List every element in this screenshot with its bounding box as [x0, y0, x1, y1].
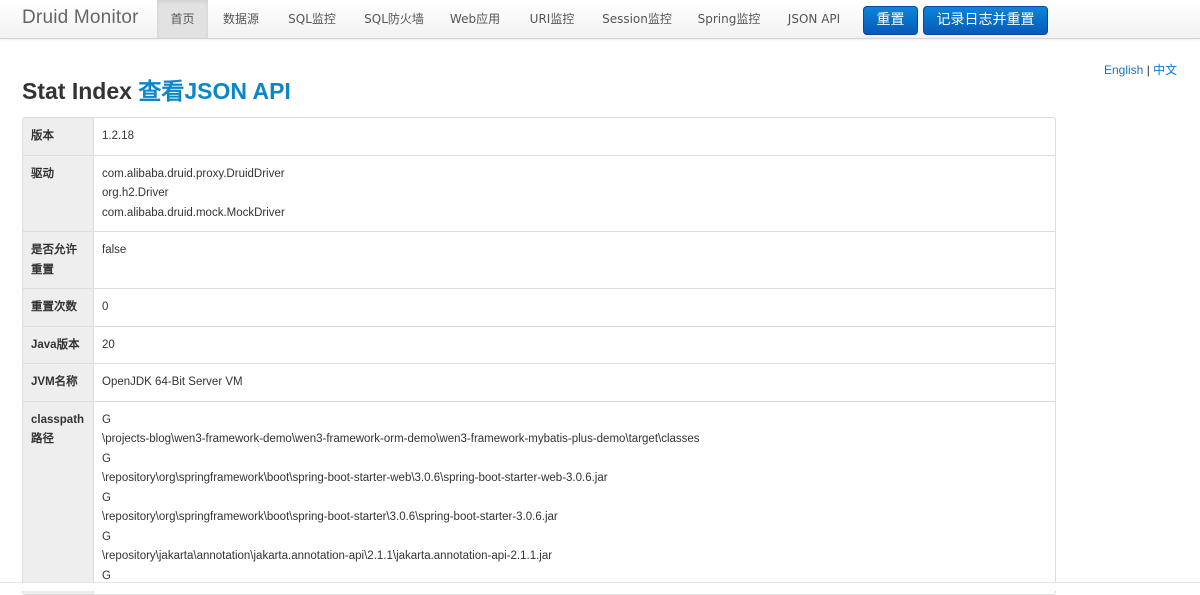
stat-value: com.alibaba.druid.proxy.DruidDriver org.h…	[94, 154, 1055, 232]
stat-label: classpath路径	[23, 400, 94, 594]
stat-value: OpenJDK 64-Bit Server VM	[94, 363, 1055, 401]
table-row: Java版本 20	[23, 325, 1055, 364]
stat-value-line: \repository\org\springframework\boot\spr…	[102, 511, 558, 523]
nav-uri-monitor[interactable]: URI监控	[520, 0, 584, 38]
nav-sql-monitor[interactable]: SQL监控	[279, 0, 345, 38]
stat-value: 20	[94, 325, 1055, 364]
stat-label: 驱动	[23, 154, 94, 231]
stat-value: G \projects-blog\wen3-framework-demo\wen3…	[94, 400, 1055, 595]
stat-index-table: 版本 1.2.18 驱动 com.alibaba.druid.proxy.DruidD…	[22, 117, 1056, 595]
stat-value: false	[94, 231, 1055, 288]
nav-session-monitor[interactable]: Session监控	[594, 0, 680, 38]
table-row: JVM名称 OpenJDK 64-Bit Server VM	[23, 363, 1055, 401]
stat-value-line: 1.2.18	[102, 130, 134, 142]
stat-value-line: \repository\jakarta\annotation\jakarta.a…	[102, 550, 553, 562]
stat-value-line: \projects-blog\wen3-framework-demo\wen3-…	[102, 433, 700, 445]
language-switcher: English | 中文	[1104, 61, 1177, 78]
lang-english-link[interactable]: English	[1104, 63, 1143, 77]
stat-value-line: G	[102, 413, 111, 426]
stat-label: Java版本	[23, 325, 94, 363]
stat-value-line: 0	[102, 301, 109, 313]
nav-spring-monitor[interactable]: Spring监控	[690, 0, 768, 38]
stat-value: 1.2.18	[94, 118, 1055, 155]
nav-sql-firewall[interactable]: SQL防火墙	[356, 0, 432, 38]
stat-label: 是否允许重置	[23, 231, 94, 288]
stat-value-line: G	[102, 530, 111, 543]
brand-logo-text[interactable]: Druid Monitor	[22, 7, 139, 29]
nav-home[interactable]: 首页	[157, 0, 208, 38]
stat-value-line: G	[102, 491, 111, 504]
bottom-footer	[0, 582, 1200, 591]
stat-value-line: com.alibaba.druid.proxy.DruidDriver	[102, 167, 285, 180]
stat-value-line: 20	[102, 338, 115, 351]
nav-web-app[interactable]: Web应用	[442, 0, 508, 38]
nav-json-api[interactable]: JSON API	[778, 0, 850, 38]
stat-value-line: G	[102, 452, 111, 465]
lang-chinese-link[interactable]: 中文	[1153, 63, 1177, 77]
log-and-reset-button[interactable]: 记录日志并重置	[923, 6, 1048, 35]
nav-datasource[interactable]: 数据源	[213, 0, 269, 38]
reset-button[interactable]: 重置	[863, 6, 918, 35]
page-title: Stat Index 查看JSON API	[22, 72, 291, 106]
stat-label: 重置次数	[23, 288, 94, 326]
table-row: 版本 1.2.18	[23, 118, 1055, 155]
stat-label: 版本	[23, 118, 94, 155]
table-row: 是否允许重置 false	[23, 231, 1055, 288]
table-row: 重置次数 0	[23, 288, 1055, 326]
stat-label: JVM名称	[23, 363, 94, 401]
table-row: classpath路径 G \projects-blog\wen3-framewor…	[23, 400, 1055, 595]
stat-value-line: \repository\org\springframework\boot\spr…	[102, 472, 608, 484]
stat-value-line: org.h2.Driver	[102, 187, 169, 199]
stat-value-line: false	[102, 244, 127, 256]
top-navbar: Druid Monitor 首页 数据源 SQL监控 SQL防火墙 Web应用 …	[0, 0, 1200, 39]
stat-value-line: com.alibaba.druid.mock.MockDriver	[102, 206, 285, 219]
table-row: 驱动 com.alibaba.druid.proxy.DruidDriver org…	[23, 154, 1055, 232]
stat-value-line: OpenJDK 64-Bit Server VM	[102, 376, 243, 388]
page-title-text: Stat Index	[22, 78, 132, 104]
stat-value: 0	[94, 288, 1055, 326]
json-api-link[interactable]: 查看JSON API	[138, 78, 291, 104]
lang-separator: |	[1146, 63, 1150, 77]
